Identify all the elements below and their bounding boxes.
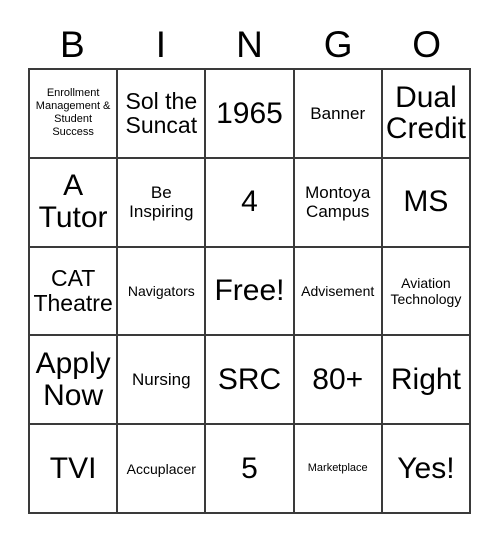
bingo-cell[interactable]: 1965	[206, 70, 295, 159]
bingo-cell[interactable]: Nursing	[118, 336, 207, 426]
bingo-cell[interactable]: CAT Theatre	[30, 247, 119, 337]
bingo-cell[interactable]: Aviation Technology	[382, 247, 472, 337]
bingo-cell[interactable]: Marketplace	[294, 425, 383, 514]
bingo-cell-label: CAT Theatre	[33, 265, 113, 316]
header-letter-o: O	[412, 24, 442, 65]
header-letter-n: N	[236, 24, 263, 65]
bingo-cell-label: Banner	[310, 103, 366, 123]
bingo-cell-free[interactable]: Free!	[206, 247, 295, 337]
bingo-cell-label: Aviation Technology	[390, 274, 462, 307]
bingo-cell[interactable]: A Tutor	[30, 158, 119, 248]
bingo-cell-label: A Tutor	[38, 169, 108, 235]
bingo-cell[interactable]: Yes!	[382, 425, 472, 514]
bingo-cell[interactable]: 4	[206, 158, 295, 248]
bingo-cell-label: Nursing	[132, 370, 191, 390]
bingo-cell-label: Advisement	[301, 282, 375, 299]
bingo-cell[interactable]: Navigators	[118, 247, 207, 337]
bingo-row: A Tutor Be Inspiring 4 Montoya Campus MS	[30, 158, 472, 248]
bingo-cell-label: Yes!	[397, 451, 455, 485]
bingo-cell[interactable]: Dual Credit	[382, 70, 472, 159]
bingo-cell-label: Enrollment Management & Student Success	[35, 87, 111, 139]
bingo-cell-label: Navigators	[127, 282, 195, 299]
bingo-cell-label: SRC	[217, 362, 282, 396]
bingo-cell[interactable]: Right	[382, 336, 472, 426]
bingo-cell-label: 5	[241, 451, 258, 485]
bingo-cell-label: Apply Now	[35, 346, 111, 412]
bingo-cell[interactable]: Be Inspiring	[118, 158, 207, 248]
bingo-cell[interactable]: Banner	[294, 70, 383, 159]
header-letter-g: G	[323, 24, 353, 65]
bingo-row: TVI Accuplacer 5 Marketplace Yes!	[30, 425, 472, 514]
bingo-cell-label: Free!	[214, 274, 285, 308]
bingo-cell-label: MS	[403, 185, 449, 219]
bingo-cell[interactable]: MS	[382, 158, 472, 248]
bingo-grid: Enrollment Management & Student Success …	[28, 68, 472, 514]
bingo-cell[interactable]: 5	[206, 425, 295, 514]
bingo-cell-label: Right	[390, 362, 461, 396]
header-letter-i: I	[155, 24, 167, 65]
bingo-cell[interactable]: Accuplacer	[118, 425, 207, 514]
bingo-cell-label: 4	[241, 185, 258, 219]
bingo-cell[interactable]: Enrollment Management & Student Success	[30, 70, 119, 159]
bingo-card: B I N G O Enrollment Management & Studen…	[28, 22, 472, 515]
header-letter-b: B	[59, 24, 85, 65]
bingo-cell[interactable]: SRC	[206, 336, 295, 426]
bingo-cell[interactable]: 80+	[294, 336, 383, 426]
bingo-cell-label: Marketplace	[307, 462, 368, 475]
bingo-row: Apply Now Nursing SRC 80+ Right	[30, 336, 472, 426]
bingo-cell-label: TVI	[49, 451, 97, 485]
bingo-cell[interactable]: TVI	[30, 425, 119, 514]
bingo-cell[interactable]: Apply Now	[30, 336, 119, 426]
bingo-cell-label: Sol the Suncat	[125, 87, 198, 139]
bingo-cell-label: Be Inspiring	[129, 183, 194, 222]
bingo-cell-label: Montoya Campus	[305, 183, 371, 222]
bingo-cell-label: 80+	[312, 362, 364, 396]
bingo-header: B I N G O	[28, 22, 471, 68]
bingo-row: Enrollment Management & Student Success …	[30, 70, 472, 159]
bingo-cell[interactable]: Montoya Campus	[294, 158, 383, 248]
bingo-row: CAT Theatre Navigators Free! Advisement …	[30, 247, 472, 337]
bingo-cell[interactable]: Advisement	[294, 247, 383, 337]
bingo-cell[interactable]: Sol the Suncat	[118, 70, 207, 159]
bingo-cell-label: Dual Credit	[385, 80, 466, 146]
bingo-cell-label: 1965	[216, 96, 283, 130]
bingo-cell-label: Accuplacer	[126, 460, 196, 477]
